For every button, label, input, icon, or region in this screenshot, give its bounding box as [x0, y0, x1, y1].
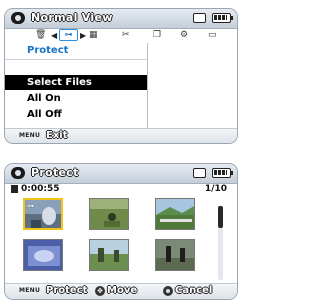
- exit-button[interactable]: Exit: [46, 130, 68, 141]
- video-thumbnail[interactable]: [89, 198, 129, 230]
- memory-card-icon: [193, 13, 206, 23]
- camera-mode-icon: [11, 167, 25, 179]
- screen-title: Protect: [31, 166, 79, 179]
- arrow-right-icon[interactable]: ▶: [80, 30, 86, 41]
- move-button[interactable]: Move: [107, 285, 137, 296]
- cancel-button[interactable]: Cancel: [175, 285, 212, 296]
- menu-key-label: MENU: [19, 132, 41, 139]
- memory-card-icon: [193, 168, 206, 178]
- menu-divider: [5, 59, 147, 60]
- thumbnail-image: [156, 240, 194, 270]
- settings-gear-icon[interactable]: ⚙: [180, 30, 188, 41]
- thumbnail-image: [90, 199, 128, 229]
- trash-icon[interactable]: 🗑: [35, 30, 46, 41]
- slideshow-icon[interactable]: ▭: [208, 30, 217, 41]
- normal-view-screen: Normal View 🗑 ◀ ⊶ ▶ ▦ ✂ ❐ ⚙ ▭ Protect Se…: [4, 8, 238, 144]
- copy-icon[interactable]: ❐: [153, 30, 161, 41]
- protect-menu: Protect Select Files All On All Off: [5, 43, 148, 131]
- menu-item-all-on[interactable]: All On: [5, 91, 147, 106]
- battery-icon: [212, 13, 233, 23]
- scrollbar-thumb[interactable]: [218, 206, 223, 228]
- thumbnail-image: [156, 199, 194, 229]
- footer-bar: MENU Exit: [5, 128, 237, 143]
- arrow-left-icon[interactable]: ◀: [51, 30, 57, 41]
- video-thumbnail[interactable]: [89, 239, 129, 271]
- menu-item-select-files[interactable]: Select Files: [5, 75, 147, 90]
- thumbnail-image: [24, 240, 62, 270]
- video-thumbnail[interactable]: [23, 239, 63, 271]
- camera-mode-icon: [11, 12, 25, 24]
- timecode: 0:00:55: [21, 184, 60, 194]
- footer-bar: MENU Protect ✥ Move Cancel: [5, 283, 237, 299]
- video-thumbnail[interactable]: ⊶: [23, 198, 63, 230]
- scrollbar[interactable]: [218, 206, 223, 280]
- title-bar: Normal View: [5, 9, 237, 29]
- title-bar: Protect: [5, 164, 237, 184]
- edit-icon-row: 🗑 ◀ ⊶ ▶ ▦ ✂ ❐ ⚙ ▭: [5, 29, 237, 43]
- protect-key-icon[interactable]: ⊶: [59, 29, 78, 41]
- menu-item-all-off[interactable]: All Off: [5, 107, 147, 122]
- battery-icon: [212, 168, 233, 178]
- screen-title: Normal View: [31, 11, 113, 24]
- protect-key-icon: ⊶: [27, 202, 34, 210]
- move-joystick-icon: ✥: [95, 286, 105, 296]
- thumbnail-image: [90, 240, 128, 270]
- scissors-icon[interactable]: ✂: [122, 30, 130, 41]
- ok-button-icon: [163, 286, 173, 296]
- grid-icon[interactable]: ▦: [89, 30, 98, 41]
- menu-header: Protect: [27, 45, 69, 56]
- info-row: 0:00:55 1/10: [5, 184, 237, 195]
- video-thumbnail[interactable]: [155, 239, 195, 271]
- file-counter: 1/10: [204, 184, 227, 194]
- film-icon: [11, 185, 18, 193]
- menu-key-label: MENU: [19, 287, 41, 294]
- video-thumbnail[interactable]: [155, 198, 195, 230]
- protect-screen: Protect 0:00:55 1/10 ⊶ MENU Protect ✥ Mo…: [4, 163, 238, 300]
- protect-button[interactable]: Protect: [46, 285, 87, 296]
